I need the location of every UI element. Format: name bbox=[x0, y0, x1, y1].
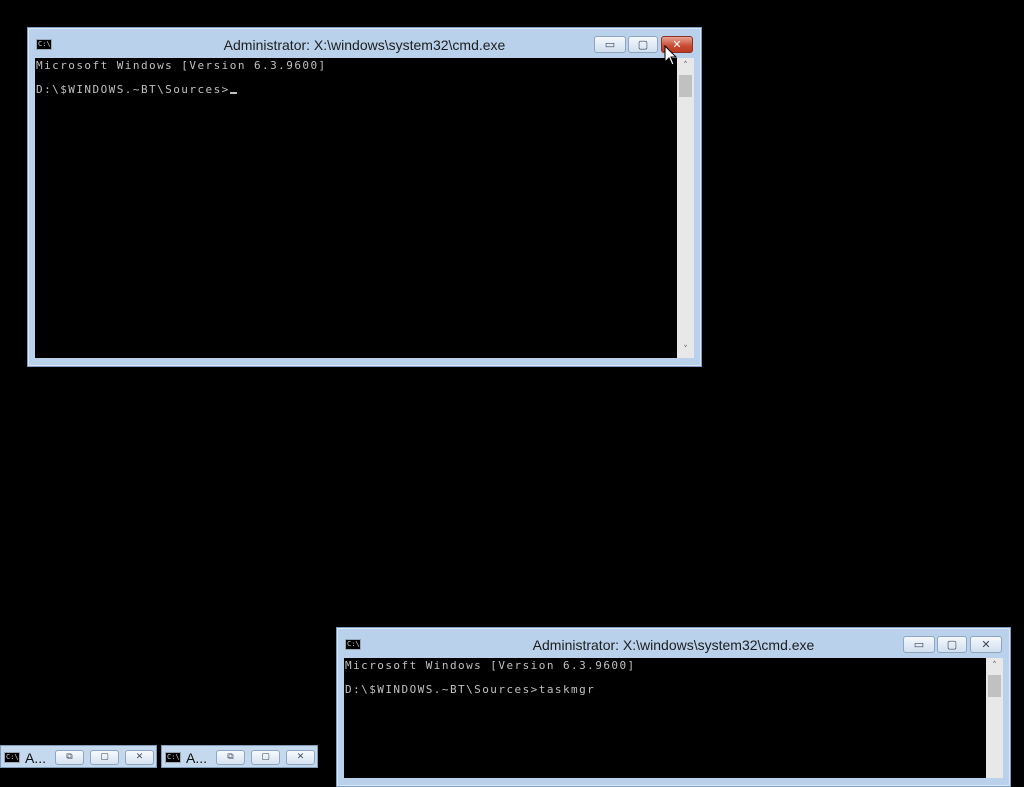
scroll-thumb[interactable] bbox=[679, 75, 692, 97]
maximize-button[interactable]: ▢ bbox=[251, 750, 280, 765]
scroll-down-arrow-icon[interactable]: ˅ bbox=[677, 342, 694, 358]
scroll-thumb[interactable] bbox=[988, 675, 1001, 697]
restore-button[interactable]: ⧉ bbox=[55, 750, 84, 765]
console-output[interactable]: Microsoft Windows [Version 6.3.9600] D:\… bbox=[35, 58, 677, 358]
vertical-scrollbar[interactable]: ˄ bbox=[986, 658, 1003, 778]
minimized-title: A... bbox=[186, 750, 208, 766]
vertical-scrollbar[interactable]: ˄ ˅ bbox=[677, 58, 694, 358]
console-line: Microsoft Windows [Version 6.3.9600] bbox=[36, 59, 327, 72]
maximize-button[interactable]: ▢ bbox=[937, 636, 967, 653]
scroll-up-arrow-icon[interactable]: ˄ bbox=[677, 58, 694, 74]
minimized-window-2[interactable]: C:\. A... ⧉ ▢ ✕ bbox=[161, 745, 318, 768]
mouse-pointer-icon bbox=[664, 45, 678, 66]
title-bar[interactable]: C:\. Administrator: X:\windows\system32\… bbox=[337, 628, 1010, 658]
minimized-window-1[interactable]: C:\. A... ⧉ ▢ ✕ bbox=[0, 745, 157, 768]
minimize-button[interactable]: ▭ bbox=[903, 636, 935, 653]
cmd-window-1[interactable]: C:\. Administrator: X:\windows\system32\… bbox=[27, 27, 702, 367]
close-button[interactable]: ✕ bbox=[125, 750, 154, 765]
console-output[interactable]: Microsoft Windows [Version 6.3.9600] D:\… bbox=[344, 658, 986, 778]
scroll-up-arrow-icon[interactable]: ˄ bbox=[986, 658, 1003, 674]
console-line: Microsoft Windows [Version 6.3.9600] bbox=[345, 659, 636, 672]
title-bar[interactable]: C:\. Administrator: X:\windows\system32\… bbox=[28, 28, 701, 58]
close-button[interactable]: ✕ bbox=[970, 636, 1002, 653]
text-cursor bbox=[229, 92, 237, 94]
maximize-button[interactable]: ▢ bbox=[628, 36, 658, 53]
close-button[interactable]: ✕ bbox=[286, 750, 315, 765]
maximize-button[interactable]: ▢ bbox=[90, 750, 119, 765]
minimize-button[interactable]: ▭ bbox=[594, 36, 626, 53]
console-prompt-line: D:\$WINDOWS.~BT\Sources>taskmgr bbox=[345, 683, 596, 696]
cmd-icon[interactable]: C:\. bbox=[165, 752, 181, 763]
cmd-icon[interactable]: C:\. bbox=[4, 752, 20, 763]
cmd-window-2[interactable]: C:\. Administrator: X:\windows\system32\… bbox=[336, 627, 1011, 787]
restore-button[interactable]: ⧉ bbox=[216, 750, 245, 765]
minimized-title: A... bbox=[25, 750, 47, 766]
console-prompt: D:\$WINDOWS.~BT\Sources> bbox=[36, 83, 230, 96]
console-prompt-line: D:\$WINDOWS.~BT\Sources> bbox=[36, 84, 676, 96]
